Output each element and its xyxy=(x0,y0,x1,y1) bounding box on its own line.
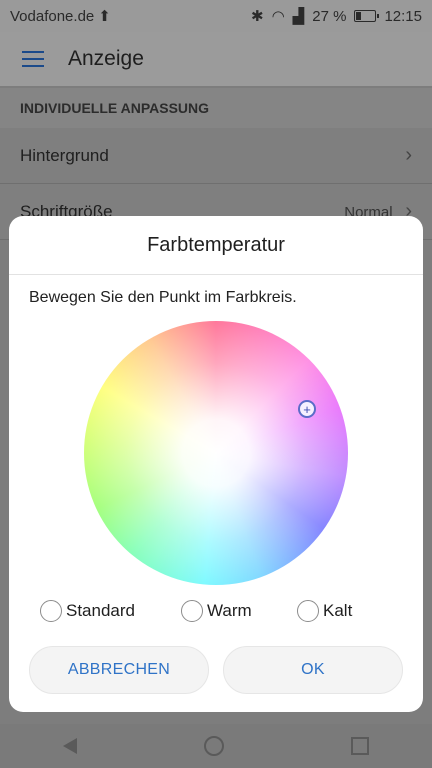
color-wheel[interactable] xyxy=(84,321,348,585)
dialog-message: Bewegen Sie den Punkt im Farbkreis. xyxy=(29,289,297,306)
clock: 12:15 xyxy=(384,7,422,25)
status-bar: Vodafone.de ⬆ ✱ ◠ ▟ 27 % 12:15 xyxy=(0,0,432,32)
page-title: Anzeige xyxy=(68,47,144,70)
signal-icon: ▟ xyxy=(292,8,305,25)
home-icon[interactable] xyxy=(203,736,224,756)
settings-item-label: Hintergrund xyxy=(20,145,109,165)
battery-percent: 27 % xyxy=(312,7,347,25)
color-picker-marker[interactable]: + xyxy=(298,400,316,418)
option-label: Warm xyxy=(207,601,252,620)
radio-button[interactable] xyxy=(297,600,319,622)
status-left: Vodafone.de ⬆ xyxy=(10,7,111,26)
color-temperature-dialog: Farbtemperatur Bewegen Sie den Punkt im … xyxy=(9,216,423,712)
recent-apps-icon[interactable] xyxy=(350,737,369,755)
back-icon[interactable] xyxy=(63,738,78,754)
option-label: Kalt xyxy=(323,601,353,620)
option-standard[interactable]: Standard xyxy=(40,600,135,622)
navigation-bar xyxy=(0,724,432,768)
radio-button[interactable] xyxy=(40,600,62,622)
ok-button[interactable]: OK xyxy=(223,646,403,694)
option-warm[interactable]: Warm xyxy=(181,600,252,622)
section-header: INDIVIDUELLE ANPASSUNG xyxy=(0,88,432,128)
marker-plus-icon: + xyxy=(303,401,311,417)
chevron-right-icon: › xyxy=(405,144,412,166)
option-label: Standard xyxy=(66,601,135,620)
dialog-title: Farbtemperatur xyxy=(147,233,285,256)
radio-button[interactable] xyxy=(181,600,203,622)
settings-item-hintergrund[interactable]: Hintergrund › xyxy=(0,128,432,184)
status-right: ✱ ◠ ▟ 27 % 12:15 xyxy=(251,7,422,26)
option-kalt[interactable]: Kalt xyxy=(297,600,352,622)
hamburger-menu-icon[interactable] xyxy=(22,51,44,67)
battery-icon xyxy=(354,10,380,22)
temperature-options: Standard Warm Kalt xyxy=(9,600,423,628)
app-bar: Anzeige xyxy=(0,32,432,86)
upload-arrow-icon: ⬆ xyxy=(98,8,111,25)
cancel-button[interactable]: ABBRECHEN xyxy=(29,646,209,694)
dialog-divider xyxy=(9,274,423,275)
bluetooth-icon: ✱ xyxy=(251,8,264,25)
wifi-icon: ◠ xyxy=(271,8,285,25)
carrier-name: Vodafone.de xyxy=(10,7,95,25)
